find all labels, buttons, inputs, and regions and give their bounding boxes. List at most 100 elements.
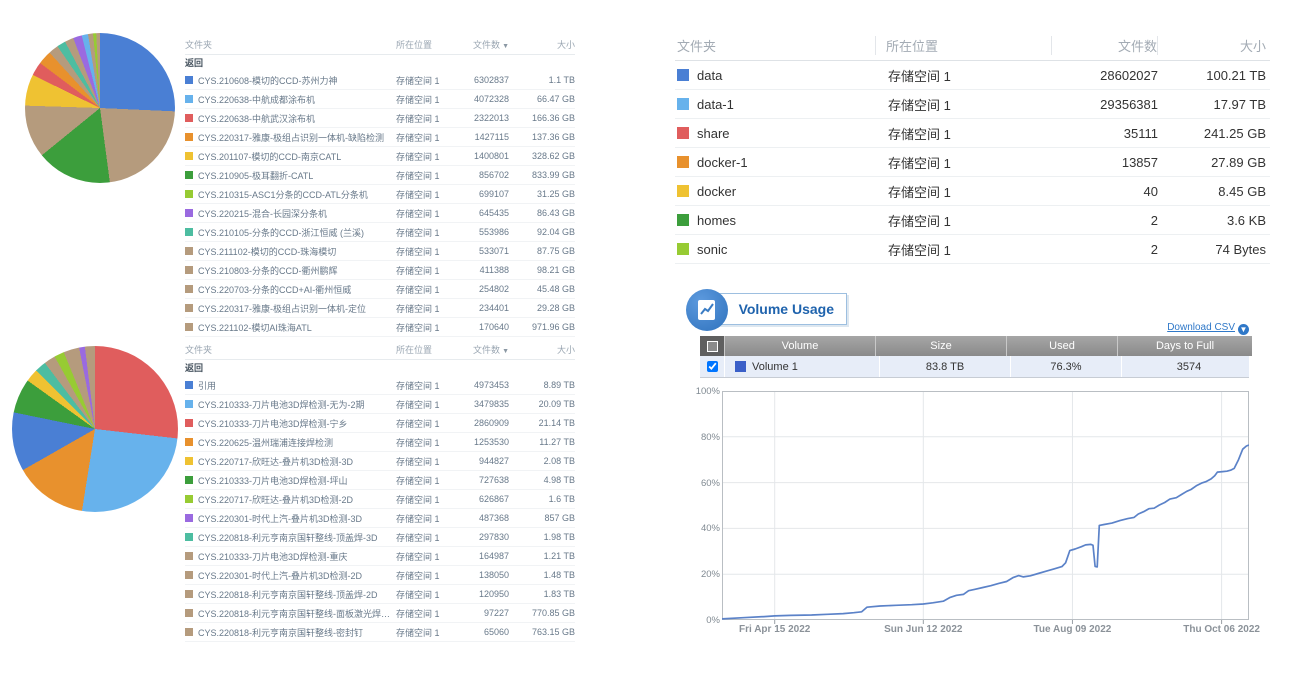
column-location[interactable]: 所在位置 bbox=[396, 38, 454, 51]
folder-name-cell[interactable]: docker bbox=[675, 184, 878, 199]
folder-name-cell[interactable]: docker-1 bbox=[675, 155, 878, 170]
shared-folder-row[interactable]: data存储空间 128602027100.21 TB bbox=[675, 61, 1270, 90]
folder-name-cell[interactable]: CYS.210803-分条的CCD-衢州鹏辉 bbox=[185, 264, 396, 277]
volume-row[interactable]: Volume 183.8 TB76.3%3574 bbox=[700, 356, 1249, 378]
folder-name-cell[interactable]: CYS.210333-刀片电池3D焊检测-无为-2期 bbox=[185, 398, 396, 411]
shared-folder-row[interactable]: docker存储空间 1408.45 GB bbox=[675, 177, 1270, 206]
y-axis-label: 0% bbox=[686, 615, 720, 626]
legend-color-icon bbox=[185, 209, 193, 217]
folder-name-cell[interactable]: CYS.210333-刀片电池3D焊检测-坪山 bbox=[185, 474, 396, 487]
column-folder[interactable]: 文件夹 bbox=[675, 36, 875, 55]
folder-row[interactable]: CYS.220638-中航武汉涂布机存储空间 12322013166.36 GB bbox=[185, 109, 575, 128]
folder-row[interactable]: CYS.220301-时代上汽-叠片机3D检测-2D存储空间 11380501.… bbox=[185, 566, 575, 585]
download-icon[interactable]: ▼ bbox=[1238, 324, 1249, 335]
folder-name-cell[interactable]: data bbox=[675, 68, 878, 83]
folder-name-cell[interactable]: CYS.220638-中航武汉涂布机 bbox=[185, 112, 396, 125]
folder-name-cell[interactable]: CYS.210105-分条的CCD-浙江恒威 (兰溪) bbox=[185, 226, 396, 239]
folder-name-cell[interactable]: CYS.220317-雅康-极组占识别一体机-定位 bbox=[185, 302, 396, 315]
column-size[interactable]: 大小 bbox=[1157, 36, 1270, 55]
folder-row[interactable]: CYS.220215-混合-长园深分条机存储空间 164543586.43 GB bbox=[185, 204, 575, 223]
shared-folder-row[interactable]: homes存储空间 123.6 KB bbox=[675, 206, 1270, 235]
folder-size-pie-chart-top[interactable] bbox=[25, 33, 175, 183]
column-days-to-full[interactable]: Days to Full bbox=[1117, 336, 1252, 356]
back-link[interactable]: 返回 bbox=[185, 55, 575, 71]
column-volume[interactable]: Volume bbox=[724, 336, 875, 356]
volume-checkbox-cell[interactable] bbox=[700, 356, 724, 377]
download-csv-link[interactable]: Download CSV bbox=[1167, 322, 1235, 333]
folder-name-cell[interactable]: data-1 bbox=[675, 97, 878, 112]
column-location[interactable]: 所在位置 bbox=[396, 343, 454, 356]
folder-row[interactable]: CYS.220317-雅康-极组占识别一体机-缺陷检测存储空间 11427115… bbox=[185, 128, 575, 147]
folder-row[interactable]: CYS.210315-ASC1分条的CCD-ATL分条机存储空间 1699107… bbox=[185, 185, 575, 204]
column-used[interactable]: Used bbox=[1006, 336, 1117, 356]
folder-row[interactable]: CYS.220301-时代上汽-叠片机3D检测-3D存储空间 148736885… bbox=[185, 509, 575, 528]
column-files-sorted[interactable]: 文件数▼ bbox=[454, 38, 509, 51]
folder-name-cell[interactable]: CYS.220717-欣旺达-叠片机3D检测-2D bbox=[185, 493, 396, 506]
folder-row[interactable]: CYS.220818-利元亨南京国轩整线-密封钉存储空间 165060763.1… bbox=[185, 623, 575, 642]
folder-name-cell[interactable]: CYS.220703-分条的CCD+AI-衢州恒威 bbox=[185, 283, 396, 296]
folder-row[interactable]: CYS.220625-温州瑞浦连接焊检测存储空间 1125353011.27 T… bbox=[185, 433, 575, 452]
folder-name-cell[interactable]: CYS.220317-雅康-极组占识别一体机-缺陷检测 bbox=[185, 131, 396, 144]
folder-name-cell[interactable]: CYS.220818-利元亨南京国轩整线-密封钉 bbox=[185, 626, 396, 639]
column-size[interactable]: 大小 bbox=[509, 38, 575, 51]
folder-location: 存储空间 1 bbox=[396, 607, 454, 620]
folder-row[interactable]: CYS.211102-模切的CCD-珠海模切存储空间 153307187.75 … bbox=[185, 242, 575, 261]
column-folder[interactable]: 文件夹 bbox=[185, 38, 396, 51]
folder-row[interactable]: CYS.201107-模切的CCD-南京CATL存储空间 11400801328… bbox=[185, 147, 575, 166]
folder-row[interactable]: CYS.210333-刀片电池3D焊检测-坪山存储空间 17276384.98 … bbox=[185, 471, 575, 490]
column-size[interactable]: 大小 bbox=[509, 343, 575, 356]
shared-folder-row[interactable]: share存储空间 135111241.25 GB bbox=[675, 119, 1270, 148]
folder-row[interactable]: CYS.220717-欣旺达-叠片机3D检测-2D存储空间 16268671.6… bbox=[185, 490, 575, 509]
folder-name-cell[interactable]: CYS.220818-利元亨南京国轩整线-面板激光焊缝… bbox=[185, 607, 396, 620]
folder-name-cell[interactable]: CYS.210333-刀片电池3D焊检测-重庆 bbox=[185, 550, 396, 563]
folder-row[interactable]: CYS.210105-分条的CCD-浙江恒威 (兰溪)存储空间 15539869… bbox=[185, 223, 575, 242]
folder-name-cell[interactable]: CYS.221102-模切AI珠海ATL bbox=[185, 321, 396, 334]
folder-name-cell[interactable]: CYS.210333-刀片电池3D焊检测-宁乡 bbox=[185, 417, 396, 430]
folder-row[interactable]: CYS.220703-分条的CCD+AI-衢州恒威存储空间 125480245.… bbox=[185, 280, 575, 299]
folder-row[interactable]: CYS.210608-模切的CCD-苏州力神存储空间 163028371.1 T… bbox=[185, 71, 575, 90]
folder-row[interactable]: CYS.210333-刀片电池3D焊检测-重庆存储空间 11649871.21 … bbox=[185, 547, 575, 566]
volume-checkbox[interactable] bbox=[707, 361, 718, 372]
folder-name-cell[interactable]: CYS.220638-中航成都涂布机 bbox=[185, 93, 396, 106]
folder-name-cell[interactable]: CYS.220215-混合-长园深分条机 bbox=[185, 207, 396, 220]
folder-name-cell[interactable]: sonic bbox=[675, 242, 878, 257]
folder-name-cell[interactable]: CYS.220818-利元亨南京国轩整线-顶盖焊-2D bbox=[185, 588, 396, 601]
folder-name-cell[interactable]: CYS.220301-时代上汽-叠片机3D检测-2D bbox=[185, 569, 396, 582]
folder-name-cell[interactable]: 引用 bbox=[185, 379, 396, 392]
folder-name-cell[interactable]: share bbox=[675, 126, 878, 141]
folder-name-cell[interactable]: CYS.220301-时代上汽-叠片机3D检测-3D bbox=[185, 512, 396, 525]
folder-name-cell[interactable]: homes bbox=[675, 213, 878, 228]
folder-row[interactable]: CYS.210333-刀片电池3D焊检测-宁乡存储空间 1286090921.1… bbox=[185, 414, 575, 433]
folder-row[interactable]: CYS.210333-刀片电池3D焊检测-无为-2期存储空间 134798352… bbox=[185, 395, 575, 414]
folder-name-cell[interactable]: CYS.211102-模切的CCD-珠海模切 bbox=[185, 245, 396, 258]
folder-name-cell[interactable]: CYS.201107-模切的CCD-南京CATL bbox=[185, 150, 396, 163]
column-size[interactable]: Size bbox=[875, 336, 1006, 356]
select-all-checkbox[interactable] bbox=[700, 336, 724, 356]
folder-name-cell[interactable]: CYS.210905-极耳翻折-CATL bbox=[185, 169, 396, 182]
folder-row[interactable]: CYS.220818-利元亨南京国轩整线-面板激光焊缝…存储空间 1972277… bbox=[185, 604, 575, 623]
folder-size-pie-chart-bottom[interactable] bbox=[12, 346, 178, 512]
folder-name-cell[interactable]: CYS.220625-温州瑞浦连接焊检测 bbox=[185, 436, 396, 449]
folder-row[interactable]: CYS.220818-利元亨南京国轩整线-顶盖焊-3D存储空间 12978301… bbox=[185, 528, 575, 547]
folder-row[interactable]: CYS.210803-分条的CCD-衢州鹏辉存储空间 141138898.21 … bbox=[185, 261, 575, 280]
folder-name-cell[interactable]: CYS.210608-模切的CCD-苏州力神 bbox=[185, 74, 396, 87]
back-link[interactable]: 返回 bbox=[185, 360, 575, 376]
folder-name-cell[interactable]: CYS.210315-ASC1分条的CCD-ATL分条机 bbox=[185, 188, 396, 201]
volume-name-cell[interactable]: Volume 1 bbox=[724, 356, 879, 377]
folder-row[interactable]: CYS.220317-雅康-极组占识别一体机-定位存储空间 123440129.… bbox=[185, 299, 575, 318]
column-folder[interactable]: 文件夹 bbox=[185, 343, 396, 356]
folder-name-cell[interactable]: CYS.220818-利元亨南京国轩整线-顶盖焊-3D bbox=[185, 531, 396, 544]
folder-row[interactable]: 引用存储空间 149734538.89 TB bbox=[185, 376, 575, 395]
shared-folder-row[interactable]: data-1存储空间 12935638117.97 TB bbox=[675, 90, 1270, 119]
folder-row[interactable]: CYS.220717-欣旺达-叠片机3D检测-3D存储空间 19448272.0… bbox=[185, 452, 575, 471]
folder-row[interactable]: CYS.220818-利元亨南京国轩整线-顶盖焊-2D存储空间 11209501… bbox=[185, 585, 575, 604]
column-location[interactable]: 所在位置 bbox=[875, 36, 1051, 55]
folder-name-cell[interactable]: CYS.220717-欣旺达-叠片机3D检测-3D bbox=[185, 455, 396, 468]
column-files[interactable]: 文件数 bbox=[1051, 36, 1157, 55]
folder-row[interactable]: CYS.210905-极耳翻折-CATL存储空间 1856702833.99 G… bbox=[185, 166, 575, 185]
column-files-sorted[interactable]: 文件数▼ bbox=[454, 343, 509, 356]
shared-folder-row[interactable]: docker-1存储空间 11385727.89 GB bbox=[675, 148, 1270, 177]
folder-row[interactable]: CYS.221102-模切AI珠海ATL存储空间 1170640971.96 G… bbox=[185, 318, 575, 337]
folder-row[interactable]: CYS.220638-中航成都涂布机存储空间 1407232866.47 GB bbox=[185, 90, 575, 109]
shared-folder-row[interactable]: sonic存储空间 1274 Bytes bbox=[675, 235, 1270, 264]
